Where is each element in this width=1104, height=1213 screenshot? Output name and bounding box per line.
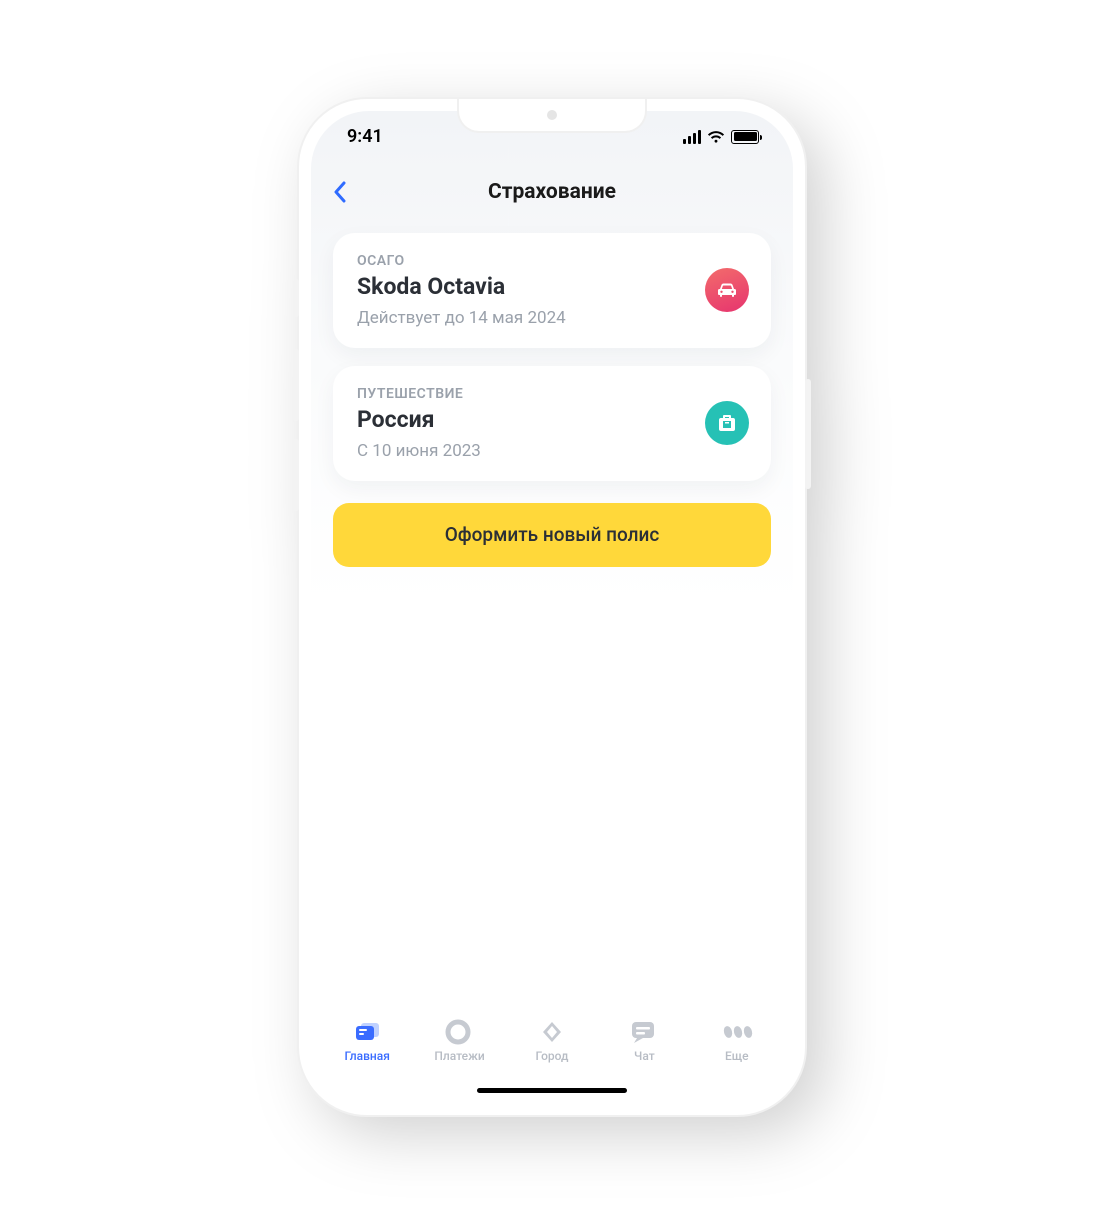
tab-label: Главная [344,1049,389,1063]
status-icons [683,130,759,144]
policy-card[interactable]: ПУТЕШЕСТВИЕ Россия С 10 июня 2023 [333,366,771,481]
power-button [805,379,811,489]
tab-label: Город [535,1049,568,1063]
tab-label: Чат [634,1049,655,1063]
policy-type: ПУТЕШЕСТВИЕ [357,386,481,402]
screen: 9:41 Страхование ОСАГО Skoda Octavia Дей… [311,111,793,1103]
content: ОСАГО Skoda Octavia Действует до 14 мая … [311,215,793,1011]
policy-title: Skoda Octavia [357,273,566,300]
suitcase-icon [705,401,749,445]
chevron-left-icon [333,181,347,203]
policy-subtitle: С 10 июня 2023 [357,441,481,461]
mute-switch [293,279,299,317]
phone-frame: 9:41 Страхование ОСАГО Skoda Octavia Дей… [297,97,807,1117]
battery-icon [731,130,759,144]
policy-title: Россия [357,406,481,433]
tab-more[interactable]: Еще [697,1019,777,1063]
tab-payments[interactable]: Платежи [420,1019,500,1063]
page-title: Страхование [488,180,616,204]
policy-card[interactable]: ОСАГО Skoda Octavia Действует до 14 мая … [333,233,771,348]
cellular-signal-icon [683,130,701,144]
city-icon [537,1019,567,1045]
tab-label: Еще [725,1049,749,1063]
chat-icon [629,1019,659,1045]
more-icon [722,1019,752,1045]
new-policy-button[interactable]: Оформить новый полис [333,503,771,567]
tab-label: Платежи [434,1049,484,1063]
volume-up-button [293,349,299,421]
wifi-icon [707,130,725,144]
car-icon [705,268,749,312]
volume-down-button [293,439,299,511]
status-time: 9:41 [347,126,383,147]
back-button[interactable] [329,181,351,203]
tab-city[interactable]: Город [512,1019,592,1063]
nav-header: Страхование [311,169,793,215]
notch [457,99,647,133]
policy-subtitle: Действует до 14 мая 2024 [357,308,566,328]
home-indicator [477,1088,627,1093]
policy-type: ОСАГО [357,253,566,269]
new-policy-label: Оформить новый полис [445,523,660,546]
payments-icon [445,1019,475,1045]
tab-home[interactable]: Главная [327,1019,407,1063]
tab-chat[interactable]: Чат [604,1019,684,1063]
home-icon [352,1019,382,1045]
